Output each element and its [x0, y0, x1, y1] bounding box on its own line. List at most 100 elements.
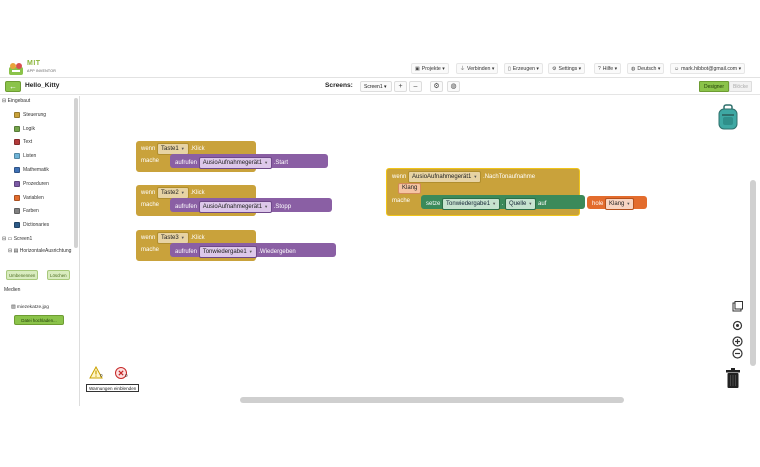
- tree-item-listen[interactable]: Listen: [14, 153, 36, 159]
- set-target-dropdown[interactable]: Tonwiedergabe1 ▼: [442, 198, 501, 210]
- menu-verbinden[interactable]: ⏚ Verbinden ▾: [456, 63, 499, 74]
- add-screen-button[interactable]: +: [394, 81, 407, 92]
- project-properties-button[interactable]: ⚙: [430, 81, 443, 92]
- blocks-button[interactable]: Blöcke: [729, 81, 752, 92]
- upload-file-button[interactable]: Datei hochladen...: [14, 315, 64, 325]
- menu-projekte[interactable]: ▣ Projekte ▾: [411, 63, 449, 74]
- event-name: .Klick: [190, 235, 205, 241]
- call-target-dropdown[interactable]: AusioAufnahmegerät1 ▼: [198, 157, 273, 169]
- get-label: hole: [592, 201, 604, 207]
- call-target-dropdown[interactable]: Tonwiedergabe1 ▼: [198, 246, 257, 258]
- menu-language[interactable]: ◍ Deutsch ▾: [627, 63, 665, 74]
- set-property-dropdown[interactable]: Quelle ▼: [505, 198, 537, 210]
- project-toolbar: ← Hello_Kitty Screens: Screen1 ▾ + – ⚙ ◍…: [0, 79, 760, 95]
- menu-hilfe-label: Hilfe: [602, 66, 614, 72]
- logik-swatch-icon: [14, 126, 20, 132]
- get-variable-dropdown[interactable]: Klang ▼: [605, 198, 635, 210]
- event-block-recorder[interactable]: wenn AusioAufnahmegerät1 ▼ .NachTonaufnah…: [386, 168, 647, 216]
- delete-button[interactable]: Löschen: [47, 270, 70, 280]
- media-file-label: miezekatze.jpg: [16, 305, 49, 310]
- tree-builtin-label: Eingebaut: [7, 98, 31, 104]
- warning-count: 0: [100, 373, 103, 378]
- tree-item-farben[interactable]: Farben: [14, 208, 39, 214]
- method-name: .Stopp: [273, 204, 292, 210]
- recenter-icon[interactable]: [732, 320, 743, 331]
- blocks-workspace[interactable]: wenn Taste1 ▼ .Klick mache aufrufen Ausio…: [80, 96, 760, 406]
- tree-item-prozeduren[interactable]: Prozeduren: [14, 181, 49, 187]
- component-dropdown[interactable]: AusioAufnahmegerät1 ▼: [408, 171, 482, 183]
- collapse-icon: ⊟: [8, 248, 13, 254]
- tree-item-logik[interactable]: Logik: [14, 126, 35, 132]
- preview-button[interactable]: ◍: [447, 81, 460, 92]
- set-block[interactable]: setze Tonwiedergabe1 ▼ . Quelle ▼ auf: [421, 195, 585, 210]
- sidebar-scrollbar[interactable]: [74, 98, 78, 248]
- zoom-in-icon[interactable]: [732, 336, 743, 347]
- media-file[interactable]: ▨ miezekatze.jpg: [11, 305, 49, 310]
- blocks-tree: ⊟ Eingebaut Steuerung Logik Text Listen …: [0, 96, 74, 282]
- dropdown-arrow-icon: ▼: [180, 190, 185, 195]
- zoom-out-icon[interactable]: [732, 348, 743, 359]
- get-block[interactable]: hole Klang ▼: [587, 196, 647, 210]
- tree-component-label: HorizontaleAusrichtung: [19, 248, 72, 254]
- dropdown-arrow-icon: ▼: [264, 160, 269, 165]
- call-block[interactable]: aufrufen Tonwiedergabe1 ▼ .Wiedergeben: [170, 243, 336, 258]
- error-count: 0: [125, 373, 128, 378]
- component-dropdown-value: Taste3: [161, 235, 179, 241]
- collapse-icon: ⊟: [2, 98, 7, 104]
- method-name: .Wiedergeben: [258, 249, 296, 255]
- component-dropdown-value: Taste1: [161, 146, 179, 152]
- dropdown-arrow-icon: ▼: [248, 249, 253, 254]
- menu-erzeugen[interactable]: ▯ Erzeugen ▾: [504, 63, 544, 74]
- param-klang[interactable]: Klang: [398, 183, 422, 194]
- when-label: wenn: [141, 235, 156, 241]
- workspace-horizontal-scrollbar[interactable]: [240, 397, 624, 403]
- designer-button[interactable]: Designer: [699, 81, 729, 92]
- tree-item-dictionaries[interactable]: Dictionaries: [14, 222, 49, 228]
- menu-language-label: Deutsch: [637, 66, 657, 72]
- collapse-icon: ⊟: [2, 236, 7, 242]
- app-inventor-logo[interactable]: [8, 62, 24, 76]
- phone-icon: ▯: [508, 66, 511, 72]
- event-block-taste3[interactable]: wenn Taste3 ▼ .Klick mache aufrufen Tonwi…: [136, 230, 336, 261]
- dictionaries-swatch-icon: [14, 222, 20, 228]
- variablen-swatch-icon: [14, 195, 20, 201]
- tree-screen1-label: Screen1: [13, 236, 33, 242]
- event-name: .NachTonaufnahme: [483, 174, 536, 180]
- tree-item-mathematik[interactable]: Mathematik: [14, 167, 49, 173]
- farben-swatch-icon: [14, 208, 20, 214]
- clean-up-icon[interactable]: [732, 301, 743, 312]
- event-block-taste1[interactable]: wenn Taste1 ▼ .Klick mache aufrufen Ausio…: [136, 141, 328, 172]
- tree-item-text[interactable]: Text: [14, 139, 32, 145]
- call-block[interactable]: aufrufen AusioAufnahmegerät1 ▼ .Stopp: [170, 198, 332, 213]
- component-dropdown-value: AusioAufnahmegerät1: [412, 174, 472, 180]
- rename-button[interactable]: Umbenennen: [6, 270, 39, 280]
- blocks-sidebar: ⊟ Eingebaut Steuerung Logik Text Listen …: [0, 96, 80, 406]
- menu-hilfe[interactable]: ? Hilfe ▾: [594, 63, 622, 74]
- menu-settings[interactable]: ⚙ Settings ▾: [548, 63, 586, 74]
- menu-projekte-label: Projekte: [421, 66, 441, 72]
- tree-builtin[interactable]: ⊟ Eingebaut: [2, 98, 30, 104]
- remove-screen-button[interactable]: –: [409, 81, 422, 92]
- backpack-icon[interactable]: [717, 104, 739, 130]
- call-label: aufrufen: [175, 204, 198, 210]
- tree-component[interactable]: ⊟ ▤ HorizontaleAusrichtung: [8, 248, 71, 254]
- project-title: Hello_Kitty: [25, 82, 60, 89]
- set-label: setze: [426, 201, 441, 207]
- trash-icon[interactable]: [725, 368, 741, 388]
- show-warnings-button[interactable]: Warnungen einblenden: [86, 384, 140, 392]
- call-block[interactable]: aufrufen AusioAufnahmegerät1 ▼ .Start: [170, 154, 328, 169]
- call-target-value: Tonwiedergabe1: [202, 249, 247, 255]
- back-button[interactable]: ←: [5, 81, 21, 92]
- tree-item-steuerung[interactable]: Steuerung: [14, 112, 46, 118]
- media-heading: Medien: [4, 287, 21, 293]
- tree-item-variablen[interactable]: Variablen: [14, 195, 44, 201]
- call-target-dropdown[interactable]: AusioAufnahmegerät1 ▼: [198, 201, 273, 213]
- event-block-taste2[interactable]: wenn Taste2 ▼ .Klick mache aufrufen Ausio…: [136, 185, 332, 216]
- text-swatch-icon: [14, 139, 20, 145]
- menu-account[interactable]: ☺ mark.hibbot@gmail.com ▾: [670, 63, 746, 74]
- screen-select[interactable]: Screen1 ▾: [360, 81, 392, 92]
- tree-screen1[interactable]: ⊟ ▭ Screen1: [2, 236, 32, 242]
- workspace-vertical-scrollbar[interactable]: [750, 180, 756, 366]
- dropdown-arrow-icon: ▼: [180, 146, 185, 151]
- component-dropdown-value: Taste2: [161, 190, 179, 196]
